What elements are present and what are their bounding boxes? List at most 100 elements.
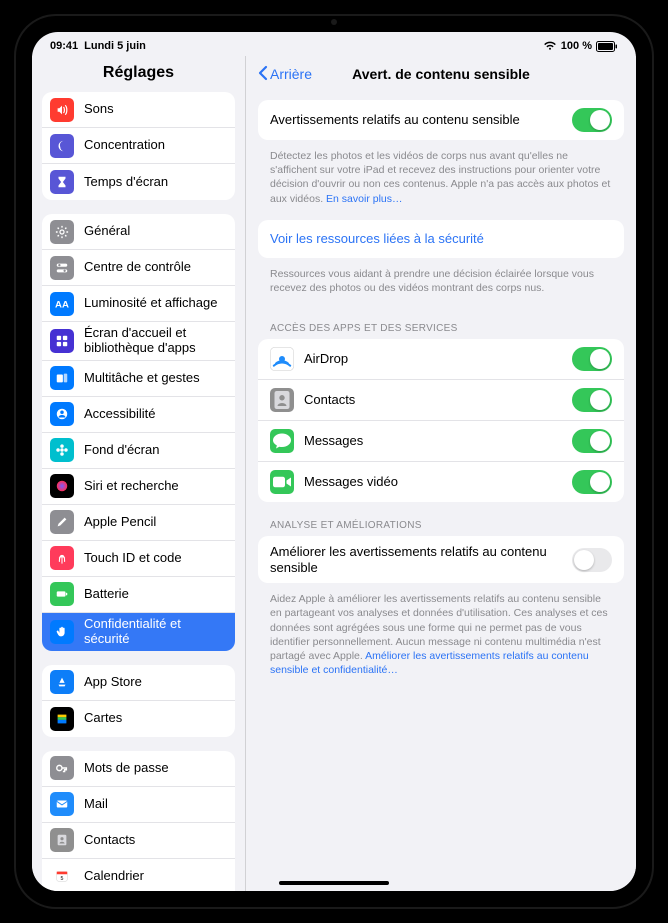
fingerprint-icon — [50, 546, 74, 570]
sensitive-content-warning-row[interactable]: Avertissements relatifs au contenu sensi… — [258, 100, 624, 140]
sidebar-item-luminosit-et-affichage[interactable]: AA Luminosité et affichage — [42, 286, 235, 322]
sidebar-item-confidentialit-et-s-curit[interactable]: Confidentialité et sécurité — [42, 613, 235, 651]
sidebar-item-batterie[interactable]: Batterie — [42, 577, 235, 613]
speaker-icon — [50, 98, 74, 122]
sidebar-item-label: Siri et recherche — [84, 479, 227, 494]
sidebar-item-label: Mail — [84, 797, 227, 812]
flower-icon — [50, 438, 74, 462]
sidebar-item-label: Écran d'accueil et bibliothèque d'apps — [84, 326, 227, 356]
sidebar-item-sons[interactable]: Sons — [42, 92, 235, 128]
sidebar-item-temps-d-cran[interactable]: Temps d'écran — [42, 164, 235, 200]
detail-pane: Arrière Avert. de contenu sensible Avert… — [246, 56, 636, 891]
rectangles-icon — [50, 366, 74, 390]
appstore-icon — [50, 670, 74, 694]
sidebar-item-fond-d-cran[interactable]: Fond d'écran — [42, 433, 235, 469]
improve-warnings-row[interactable]: Améliorer les avertissements relatifs au… — [258, 536, 624, 583]
app-access-toggle-airdrop[interactable] — [572, 347, 612, 371]
siri-icon — [50, 474, 74, 498]
sidebar-item-touch-id-et-code[interactable]: Touch ID et code — [42, 541, 235, 577]
sidebar-item-contacts[interactable]: Contacts — [42, 823, 235, 859]
status-date: Lundi 5 juin — [84, 40, 146, 52]
sidebar-item-label: App Store — [84, 675, 227, 690]
sidebar-item-label: Cartes — [84, 711, 227, 726]
chevron-left-icon — [258, 65, 268, 84]
sidebar-item-cran-d-accueil-et-biblioth-que-d-apps[interactable]: Écran d'accueil et bibliothèque d'apps — [42, 322, 235, 361]
grid-icon — [50, 329, 74, 353]
sidebar-item-label: Luminosité et affichage — [84, 296, 227, 311]
svg-text:5: 5 — [61, 876, 64, 882]
sensitive-content-warning-label: Avertissements relatifs au contenu sensi… — [270, 112, 562, 128]
settings-sidebar: Réglages Sons Concentration Temps d'écran G… — [32, 56, 246, 891]
sidebar-item-label: Apple Pencil — [84, 515, 227, 530]
sidebar-item-label: Touch ID et code — [84, 551, 227, 566]
sidebar-item-label: Batterie — [84, 587, 227, 602]
app-access-row-messages[interactable]: Messages — [258, 421, 624, 462]
sidebar-item-label: Calendrier — [84, 869, 227, 884]
sidebar-item-label: Centre de contrôle — [84, 260, 227, 275]
sidebar-item-calendrier[interactable]: 5 Calendrier — [42, 859, 235, 891]
sidebar-item-mail[interactable]: Mail — [42, 787, 235, 823]
safety-resources-row[interactable]: Voir les ressources liées à la sécurité — [258, 220, 624, 258]
sensitive-content-warning-toggle[interactable] — [572, 108, 612, 132]
safety-resources-footer: Ressources vous aidant à prendre une déc… — [258, 262, 624, 309]
wallet-icon — [50, 707, 74, 731]
pencil-icon — [50, 510, 74, 534]
app-access-label: Messages vidéo — [304, 474, 562, 490]
analysis-header: ANALYSE ET AMÉLIORATIONS — [258, 506, 624, 536]
person-icon — [50, 402, 74, 426]
app-access-row-contacts[interactable]: Contacts — [258, 380, 624, 421]
sidebar-item-label: Mots de passe — [84, 761, 227, 776]
sidebar-item-label: Général — [84, 224, 227, 239]
key-icon — [50, 756, 74, 780]
sensitive-content-warning-footer: Détectez les photos et les vidéos de cor… — [258, 144, 624, 220]
sidebar-item-label: Concentration — [84, 138, 227, 153]
hourglass-icon — [50, 170, 74, 194]
back-label: Arrière — [270, 66, 312, 82]
home-indicator[interactable] — [279, 881, 389, 885]
sidebar-item-siri-et-recherche[interactable]: Siri et recherche — [42, 469, 235, 505]
sidebar-item-label: Multitâche et gestes — [84, 371, 227, 386]
status-bar: 09:41 Lundi 5 juin 100 % — [32, 32, 636, 56]
sidebar-item-multit-che-et-gestes[interactable]: Multitâche et gestes — [42, 361, 235, 397]
app-access-row-messages-vid-o[interactable]: Messages vidéo — [258, 462, 624, 502]
sidebar-item-app-store[interactable]: App Store — [42, 665, 235, 701]
sidebar-item-cartes[interactable]: Cartes — [42, 701, 235, 737]
improve-warnings-toggle[interactable] — [572, 548, 612, 572]
learn-more-link[interactable]: En savoir plus… — [326, 193, 402, 205]
status-time: 09:41 — [50, 40, 78, 52]
back-button[interactable]: Arrière — [258, 65, 312, 84]
contacts-icon — [270, 388, 294, 412]
contacts-icon — [50, 828, 74, 852]
facetime-icon — [270, 470, 294, 494]
sidebar-title: Réglages — [32, 56, 245, 92]
sidebar-item-label: Temps d'écran — [84, 175, 227, 190]
battery-percent: 100 % — [561, 40, 592, 52]
sidebar-item-concentration[interactable]: Concentration — [42, 128, 235, 164]
sidebar-item-accessibilit[interactable]: Accessibilité — [42, 397, 235, 433]
app-access-header: ACCÈS DES APPS ET DES SERVICES — [258, 309, 624, 339]
app-access-toggle-messages[interactable] — [572, 429, 612, 453]
improve-warnings-label: Améliorer les avertissements relatifs au… — [270, 544, 562, 575]
moon-icon — [50, 134, 74, 158]
sidebar-item-label: Sons — [84, 102, 227, 117]
app-access-toggle-messages-vid-o[interactable] — [572, 470, 612, 494]
calendar-icon: 5 — [50, 864, 74, 888]
app-access-row-airdrop[interactable]: AirDrop — [258, 339, 624, 380]
sidebar-item-g-n-ral[interactable]: Général — [42, 214, 235, 250]
mail-icon — [50, 792, 74, 816]
sun-icon: AA — [50, 292, 74, 316]
gear-icon — [50, 220, 74, 244]
sidebar-item-label: Accessibilité — [84, 407, 227, 422]
airdrop-icon — [270, 347, 294, 371]
messages-icon — [270, 429, 294, 453]
battery-icon — [50, 582, 74, 606]
sidebar-item-mots-de-passe[interactable]: Mots de passe — [42, 751, 235, 787]
svg-text:AA: AA — [55, 299, 69, 310]
sidebar-item-apple-pencil[interactable]: Apple Pencil — [42, 505, 235, 541]
app-access-toggle-contacts[interactable] — [572, 388, 612, 412]
sidebar-item-label: Confidentialité et sécurité — [84, 617, 227, 647]
sidebar-item-centre-de-contr-le[interactable]: Centre de contrôle — [42, 250, 235, 286]
app-access-label: Contacts — [304, 392, 562, 408]
safety-resources-label: Voir les ressources liées à la sécurité — [270, 231, 612, 247]
battery-icon — [596, 41, 618, 52]
